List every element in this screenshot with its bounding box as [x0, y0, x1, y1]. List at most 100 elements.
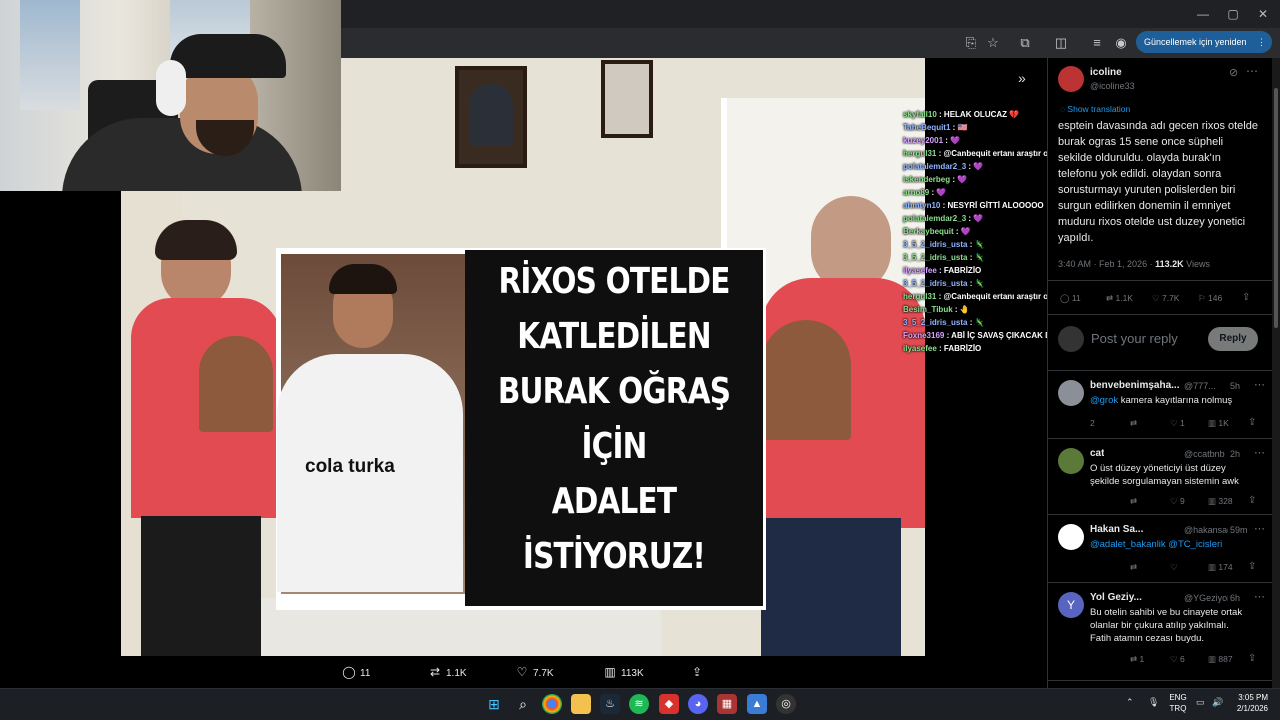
image-share-button[interactable]: ⇪ — [690, 665, 708, 679]
profile-avatar-icon[interactable]: ◉ — [1112, 34, 1130, 52]
volume-icon[interactable]: 🔊 — [1212, 697, 1223, 708]
network-icon[interactable]: ▭ — [1196, 697, 1205, 708]
author-avatar[interactable] — [1058, 66, 1084, 92]
image-views-button[interactable]: ▥ 113K — [603, 665, 643, 679]
reply-avatar[interactable] — [1058, 380, 1084, 406]
author-name[interactable]: icoline — [1090, 67, 1122, 78]
reply-author-name[interactable]: Hakan Sa... — [1090, 524, 1143, 535]
share-icon[interactable]: ⇪ — [1242, 292, 1250, 303]
spotify-icon[interactable]: ≋ — [629, 694, 649, 714]
reply-author-name[interactable]: Yol Geziy... — [1090, 592, 1142, 603]
more-options-icon[interactable]: ⋯ — [1246, 64, 1258, 78]
discord-icon[interactable]: ◕ — [688, 694, 708, 714]
reply-author-name[interactable]: benvebenimşaha... — [1090, 380, 1179, 391]
chat-username[interactable]: 3_5_2_idris_usta — [903, 318, 968, 327]
chat-username[interactable]: arno89 — [903, 188, 929, 197]
reply-avatar[interactable]: Y — [1058, 592, 1084, 618]
reply-repost-button[interactable]: ⇄ — [1130, 418, 1137, 429]
chat-username[interactable]: 3_5_2_idris_usta — [903, 240, 968, 249]
image-like-button[interactable]: ♡ 7.7K — [515, 665, 554, 679]
share-icon[interactable]: ⇪ — [1248, 495, 1256, 506]
tweet-repost-button[interactable]: ⇄ 1.1K — [1106, 293, 1133, 304]
maximize-button[interactable]: ▢ — [1218, 4, 1248, 24]
chat-username[interactable]: polatalemdar2_3 — [903, 162, 966, 171]
chat-username[interactable]: skyfall10 — [903, 110, 937, 119]
chat-username[interactable]: TaheBequit1 — [903, 123, 950, 132]
bookmark-star-icon[interactable]: ☆ — [984, 34, 1002, 52]
show-translation-link[interactable]: ◌ Show translation — [1060, 104, 1130, 114]
chrome-icon[interactable] — [542, 694, 562, 714]
more-options-icon[interactable]: ⋯ — [1254, 446, 1265, 459]
author-handle[interactable]: @icoline33 — [1090, 81, 1135, 91]
language-indicator[interactable]: ENG TRQ — [1166, 692, 1190, 714]
tray-overflow-icon[interactable]: ⌃ — [1126, 697, 1134, 708]
share-icon[interactable]: ⇪ — [1248, 653, 1256, 664]
photos-icon[interactable]: ▲ — [747, 694, 767, 714]
search-icon[interactable]: ⌕ — [513, 694, 533, 714]
more-menu-icon[interactable]: ⋮ — [1257, 31, 1266, 53]
steam-icon[interactable]: ♨ — [600, 694, 620, 714]
reply-input[interactable]: Post your reply — [1091, 331, 1178, 346]
image-repost-button[interactable]: ⇄ 1.1K — [428, 665, 467, 679]
obs-icon[interactable]: ◎ — [776, 694, 796, 714]
reply-author-name[interactable]: cat — [1090, 448, 1104, 459]
reply-author-handle[interactable]: @hakansag... — [1184, 525, 1228, 535]
chat-username[interactable]: 3_5_2_idris_usta — [903, 253, 968, 262]
chat-username[interactable]: hergul31 — [903, 149, 936, 158]
reply-repost-button[interactable]: ⇄ 1 — [1130, 654, 1144, 665]
more-options-icon[interactable]: ⋯ — [1254, 522, 1265, 535]
reply-repost-button[interactable]: ⇄ — [1130, 562, 1137, 573]
chat-username[interactable]: Berkaybequit — [903, 227, 954, 236]
install-app-icon[interactable]: ⎘ — [962, 34, 980, 52]
close-window-button[interactable]: ✕ — [1248, 4, 1278, 24]
reply-like-button[interactable]: ♡ 6 — [1170, 654, 1185, 665]
more-options-icon[interactable]: ⋯ — [1254, 590, 1265, 603]
reply-mention[interactable]: @adalet_bakanlik @TC_icisleri — [1090, 539, 1222, 550]
chat-username[interactable]: hergul31 — [903, 292, 936, 301]
chat-username[interactable]: Foxne3169 — [903, 331, 944, 340]
system-clock[interactable]: 3:05 PM 2/1/2026 — [1232, 692, 1268, 714]
tweet-reply-button[interactable]: ◯ 11 — [1060, 293, 1081, 304]
more-options-icon[interactable]: ⋯ — [1254, 378, 1265, 391]
update-restart-button[interactable]: Güncellemek için yeniden başlat ⋮ — [1136, 31, 1272, 69]
media-controls-icon[interactable]: ≡ — [1088, 34, 1106, 52]
reply-repost-button[interactable]: ⇄ — [1130, 496, 1137, 507]
reply-mention[interactable]: @grok — [1090, 395, 1118, 406]
image-reply-button[interactable]: ◯ 11 — [342, 665, 370, 679]
reply-like-button[interactable]: ♡ 1 — [1170, 418, 1185, 429]
reply-views-button[interactable]: ▥ 174 — [1208, 562, 1233, 573]
windows-start-icon[interactable]: ⊞ — [484, 694, 504, 714]
app-icon-red[interactable]: ◆ — [659, 694, 679, 714]
chat-username[interactable]: ilyasefee — [903, 344, 937, 353]
file-explorer-icon[interactable] — [571, 694, 591, 714]
chat-username[interactable]: kuzey2001 — [903, 136, 943, 145]
chat-username[interactable]: Besim_Tibuk — [903, 305, 953, 314]
tweet-timestamp[interactable]: 3:40 AM · Feb 1, 2026 · 113.2K Views — [1058, 259, 1210, 269]
grok-icon[interactable]: ⊘ — [1229, 66, 1238, 79]
chat-username[interactable]: 3_5_2_idris_usta — [903, 279, 968, 288]
reply-reply-button[interactable]: 2 — [1090, 418, 1095, 428]
reply-author-handle[interactable]: @YGeziyorum... — [1184, 593, 1228, 603]
tweet-like-button[interactable]: ♡ 7.7K — [1152, 293, 1179, 304]
reply-like-button[interactable]: ♡ 9 — [1170, 496, 1185, 507]
reply-author-handle[interactable]: @777... — [1184, 381, 1216, 391]
chat-username[interactable]: ilyasefee — [903, 266, 937, 275]
reply-views-button[interactable]: ▥ 328 — [1208, 496, 1233, 507]
chat-username[interactable]: iskenderbeg — [903, 175, 950, 184]
minimize-button[interactable]: — — [1188, 4, 1218, 24]
reply-avatar[interactable] — [1058, 448, 1084, 474]
collapse-chat-icon[interactable]: » — [1018, 70, 1034, 86]
share-icon[interactable]: ⇪ — [1248, 561, 1256, 572]
reply-button[interactable]: Reply — [1208, 327, 1258, 351]
microphone-icon[interactable]: 🎙 — [1148, 697, 1159, 708]
tweet-bookmark-button[interactable]: ⚐ 146 — [1198, 293, 1222, 304]
panel-scrollbar[interactable] — [1272, 58, 1280, 688]
chat-username[interactable]: polatalemdar2_3 — [903, 214, 966, 223]
app-icon-grid[interactable]: ▦ — [717, 694, 737, 714]
reply-views-button[interactable]: ▥ 887 — [1208, 654, 1233, 665]
share-icon[interactable]: ⇪ — [1248, 417, 1256, 428]
reply-like-button[interactable]: ♡ — [1170, 562, 1178, 573]
split-view-icon[interactable]: ◫ — [1052, 34, 1070, 52]
reply-author-handle[interactable]: @ccatbnb — [1184, 449, 1225, 459]
reply-avatar[interactable] — [1058, 524, 1084, 550]
